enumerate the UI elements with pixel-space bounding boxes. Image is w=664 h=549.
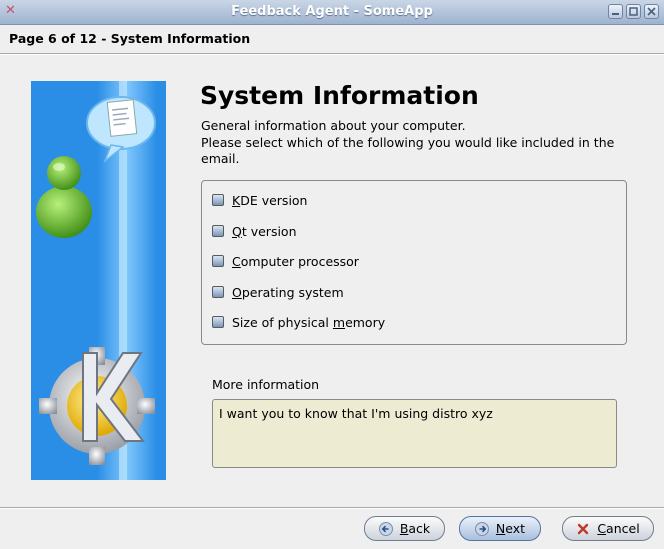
checkbox-label: Computer processor: [232, 253, 359, 269]
page-title: System Information: [200, 81, 479, 110]
arrow-left-icon: [378, 521, 393, 536]
description-line-1: General information about your computer.: [201, 118, 466, 133]
checkbox-operating-system[interactable]: Operating system: [212, 282, 344, 302]
close-button[interactable]: [644, 4, 659, 19]
cancel-x-icon: [576, 522, 590, 536]
title-bar[interactable]: ✕ Feedback Agent - SomeApp: [0, 0, 664, 25]
wizard-sidebar-image: [31, 81, 166, 480]
page-description: General information about your computer.…: [201, 118, 621, 168]
footer-divider: [0, 507, 664, 509]
minimize-button[interactable]: [608, 4, 623, 19]
checkbox-label: Operating system: [232, 284, 344, 300]
page-header: Page 6 of 12 - System Information: [0, 25, 664, 53]
checkbox-box[interactable]: [212, 225, 224, 237]
page-header-title: Page 6 of 12 - System Information: [9, 31, 251, 46]
checkbox-label: Size of physical memory: [232, 314, 386, 330]
window-title: Feedback Agent - SomeApp: [231, 4, 433, 19]
checkbox-label: KDE version: [232, 192, 308, 208]
cancel-label: Cancel: [597, 521, 640, 536]
more-information-textarea[interactable]: I want you to know that I'm using distro…: [212, 399, 617, 468]
checkbox-computer-processor[interactable]: Computer processor: [212, 251, 359, 271]
close-icon: [647, 7, 656, 16]
checkbox-box[interactable]: [212, 194, 224, 206]
checkbox-qt-version[interactable]: Qt version: [212, 221, 297, 241]
minimize-icon: [612, 13, 619, 15]
checkbox-kde-version[interactable]: KDE version: [212, 190, 307, 210]
maximize-icon: [629, 7, 638, 16]
back-label: Back: [399, 521, 431, 536]
checkbox-box[interactable]: [212, 286, 224, 298]
checkbox-physical-memory[interactable]: Size of physical memory: [212, 312, 385, 332]
more-information-label: More information: [212, 377, 320, 392]
next-label: Next: [495, 521, 526, 536]
checkbox-label: Qt version: [232, 223, 297, 239]
next-button[interactable]: Next: [459, 516, 541, 541]
description-line-2: Please select which of the following you…: [201, 134, 615, 167]
system-info-options-group: KDE version Qt version Computer processo…: [201, 180, 627, 345]
back-button[interactable]: Back: [364, 516, 445, 541]
arrow-right-icon: [474, 521, 489, 536]
header-divider: [0, 53, 664, 55]
checkbox-box[interactable]: [212, 316, 224, 328]
maximize-button[interactable]: [626, 4, 641, 19]
checkbox-box[interactable]: [212, 255, 224, 267]
cancel-button[interactable]: Cancel: [562, 516, 654, 541]
